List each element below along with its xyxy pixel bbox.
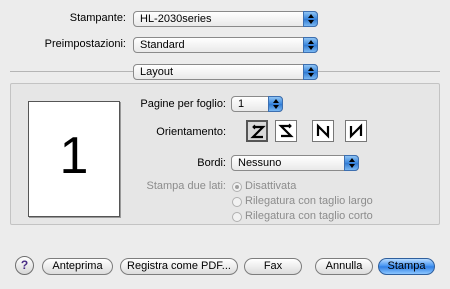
printer-popup[interactable]: HL-2030series xyxy=(133,11,318,27)
radio-off[interactable] xyxy=(232,182,242,192)
orientation-z-button[interactable] xyxy=(246,120,268,142)
panel-value: Layout xyxy=(140,66,174,78)
separator-left xyxy=(10,71,133,72)
radio-long-edge-label: Rilegatura con taglio largo xyxy=(245,195,373,207)
presets-value: Standard xyxy=(140,39,185,51)
presets-label: Preimpostazioni: xyxy=(44,38,126,50)
preview-button[interactable]: Anteprima xyxy=(42,258,113,275)
presets-popup[interactable]: Standard xyxy=(133,37,318,53)
separator-right xyxy=(318,71,440,72)
radio-long-edge[interactable] xyxy=(232,197,242,207)
radio-short-edge-label: Rilegatura con taglio corto xyxy=(245,210,373,222)
print-button[interactable]: Stampa xyxy=(378,258,435,275)
orientation-s-icon xyxy=(278,123,294,138)
two-sided-label: Stampa due lati: xyxy=(146,180,227,192)
popup-arrows-icon xyxy=(303,37,318,53)
borders-value: Nessuno xyxy=(238,157,282,169)
orientation-label: Orientamento: xyxy=(156,126,226,138)
cancel-button[interactable]: Annulla xyxy=(315,258,373,275)
orientation-n-reverse-button[interactable] xyxy=(312,120,334,142)
orientation-n-icon xyxy=(349,123,363,139)
preview-page-number: 1 xyxy=(59,127,89,185)
popup-arrows-icon xyxy=(303,11,318,27)
pages-per-sheet-label: Pagine per foglio: xyxy=(140,98,226,110)
popup-arrows-icon xyxy=(268,96,283,112)
fax-button[interactable]: Fax xyxy=(244,258,302,275)
help-button[interactable]: ? xyxy=(15,256,34,275)
printer-value: HL-2030series xyxy=(140,13,212,25)
pages-per-sheet-popup[interactable]: 1 xyxy=(231,96,283,112)
radio-short-edge[interactable] xyxy=(232,212,242,222)
orientation-n-reverse-icon xyxy=(316,123,330,139)
save-pdf-button[interactable]: Registra come PDF... xyxy=(120,258,238,275)
popup-arrows-icon xyxy=(344,155,359,171)
orientation-n-button[interactable] xyxy=(345,120,367,142)
radio-off-label: Disattivata xyxy=(245,180,297,192)
pages-per-sheet-value: 1 xyxy=(238,98,245,110)
panel-popup[interactable]: Layout xyxy=(133,64,318,80)
borders-popup[interactable]: Nessuno xyxy=(231,155,359,171)
orientation-z-icon xyxy=(250,124,266,139)
page-preview: 1 xyxy=(28,101,120,217)
popup-arrows-icon xyxy=(303,64,318,80)
printer-label: Stampante: xyxy=(69,12,126,24)
borders-label: Bordi: xyxy=(197,157,226,169)
orientation-s-button[interactable] xyxy=(275,120,297,142)
